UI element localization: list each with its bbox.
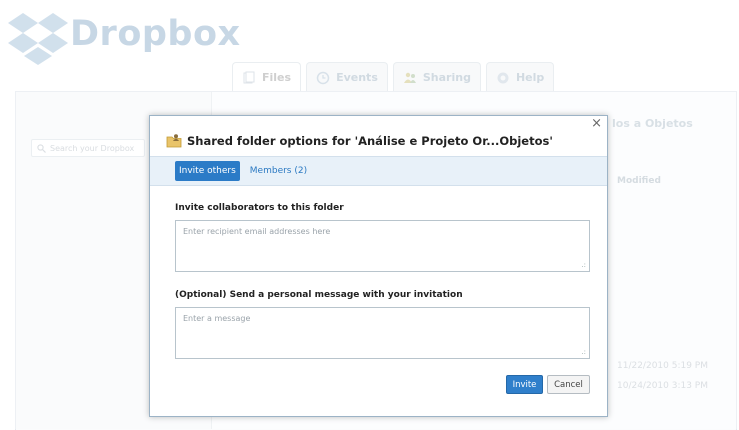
message-label: (Optional) Send a personal message with …	[175, 290, 463, 300]
recipient-email-field[interactable]: .:	[175, 220, 590, 272]
close-button[interactable]: ×	[591, 117, 602, 131]
personal-message-field[interactable]: .:	[175, 307, 590, 359]
dialog-title-text: Shared folder options for 'Análise e Pro…	[187, 133, 553, 148]
invite-button[interactable]: Invite	[506, 375, 543, 394]
invite-label: Invite collaborators to this folder	[175, 203, 344, 213]
shared-folder-icon	[166, 134, 182, 148]
resize-handle-icon[interactable]: .:	[581, 349, 586, 356]
dialog-title: Shared folder options for 'Análise e Pro…	[166, 133, 553, 148]
shared-folder-dialog: × Shared folder options for 'Análise e P…	[149, 115, 608, 417]
personal-message-input[interactable]	[176, 308, 589, 358]
tab-invite-others[interactable]: Invite others	[175, 161, 240, 181]
tab-members[interactable]: Members (2)	[246, 161, 311, 181]
recipient-email-input[interactable]	[176, 221, 589, 271]
resize-handle-icon[interactable]: .:	[581, 262, 586, 269]
cancel-button[interactable]: Cancel	[547, 375, 590, 394]
dialog-tabs: Invite others Members (2)	[150, 156, 607, 186]
